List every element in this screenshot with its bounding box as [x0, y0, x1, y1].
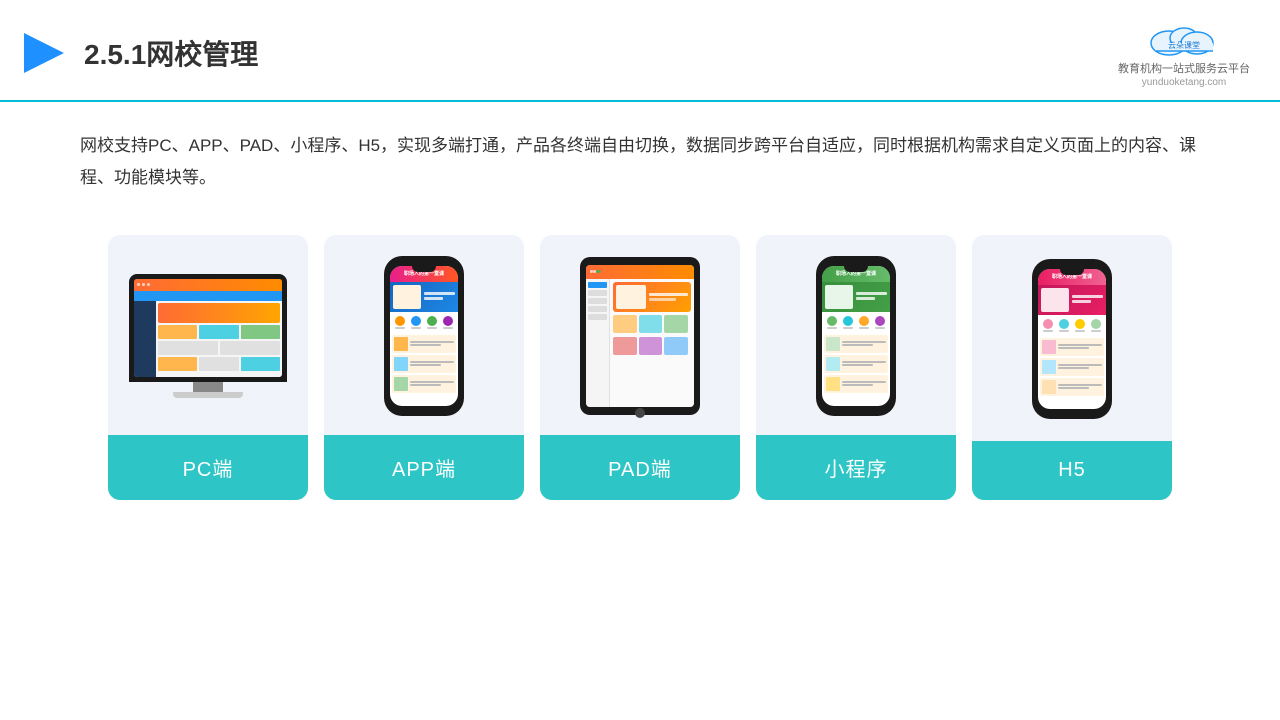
app-image-area: 职场人的第一堂课 [324, 235, 524, 435]
card-pad-label: PAD端 [540, 435, 740, 500]
app-device: 职场人的第一堂课 [384, 256, 464, 416]
h5-image-area: 职场人的第一堂课 [972, 235, 1172, 441]
play-icon [20, 29, 68, 77]
logo-tagline: 教育机构一站式服务云平台 yunduoketang.com [1118, 60, 1250, 88]
miniapp-device: 职场人的第一堂课 [816, 256, 896, 416]
header-left: 2.5.1网校管理 [20, 29, 258, 77]
description-text: 网校支持PC、APP、PAD、小程序、H5，实现多端打通，产品各终端自由切换，数… [0, 102, 1280, 205]
card-pc-label: PC端 [108, 435, 308, 500]
pad-device [580, 257, 700, 415]
logo-icon: 云朵课堂 [1139, 18, 1229, 58]
card-pc: PC端 [108, 235, 308, 500]
header: 2.5.1网校管理 云朵课堂 教育机构一站式服务云平台 yunduoketang… [0, 0, 1280, 102]
card-pad: PAD端 [540, 235, 740, 500]
card-miniapp-label: 小程序 [756, 435, 956, 500]
card-h5: 职场人的第一堂课 [972, 235, 1172, 500]
pad-image-area [540, 235, 740, 435]
pc-device [129, 274, 287, 398]
pc-image-area [108, 235, 308, 435]
card-miniapp: 职场人的第一堂课 [756, 235, 956, 500]
card-app-label: APP端 [324, 435, 524, 500]
h5-device: 职场人的第一堂课 [1032, 259, 1112, 419]
svg-text:云朵课堂: 云朵课堂 [1168, 40, 1200, 50]
card-h5-label: H5 [972, 441, 1172, 500]
miniapp-image-area: 职场人的第一堂课 [756, 235, 956, 435]
page-title: 2.5.1网校管理 [84, 33, 258, 73]
card-app: 职场人的第一堂课 [324, 235, 524, 500]
logo-area: 云朵课堂 教育机构一站式服务云平台 yunduoketang.com [1118, 18, 1250, 88]
cards-container: PC端 职场人的第一堂课 [0, 205, 1280, 530]
